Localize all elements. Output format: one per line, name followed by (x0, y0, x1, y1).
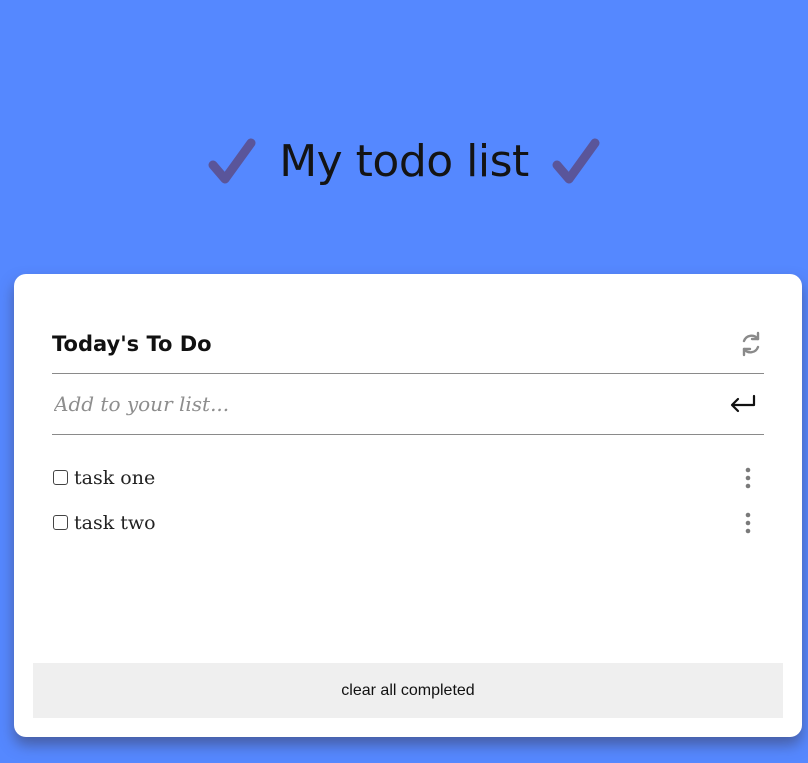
enter-return-icon[interactable] (728, 389, 758, 419)
task-label: task one (74, 466, 156, 489)
task-item-left: task one (52, 467, 155, 489)
task-checkbox[interactable] (53, 470, 68, 485)
task-item: task one (52, 455, 764, 500)
kebab-menu-icon[interactable] (738, 465, 758, 491)
todo-card: Today's To Do task one (14, 274, 802, 737)
kebab-menu-icon[interactable] (738, 510, 758, 536)
task-checkbox[interactable] (53, 515, 68, 530)
clear-completed-button[interactable]: clear all completed (33, 663, 783, 718)
page-title: My todo list (0, 128, 808, 194)
check-mark-icon (551, 135, 601, 187)
refresh-icon[interactable] (738, 329, 764, 359)
task-item-left: task two (52, 512, 156, 534)
card-title: Today's To Do (52, 331, 212, 356)
check-mark-icon (207, 135, 257, 187)
task-item: task two (52, 500, 764, 545)
page-title-text: My todo list (279, 135, 529, 187)
task-list: task one task two (52, 455, 764, 545)
card-header: Today's To Do (52, 314, 764, 374)
add-task-input[interactable] (52, 384, 692, 424)
task-label: task two (74, 511, 156, 534)
add-task-row (52, 374, 764, 435)
